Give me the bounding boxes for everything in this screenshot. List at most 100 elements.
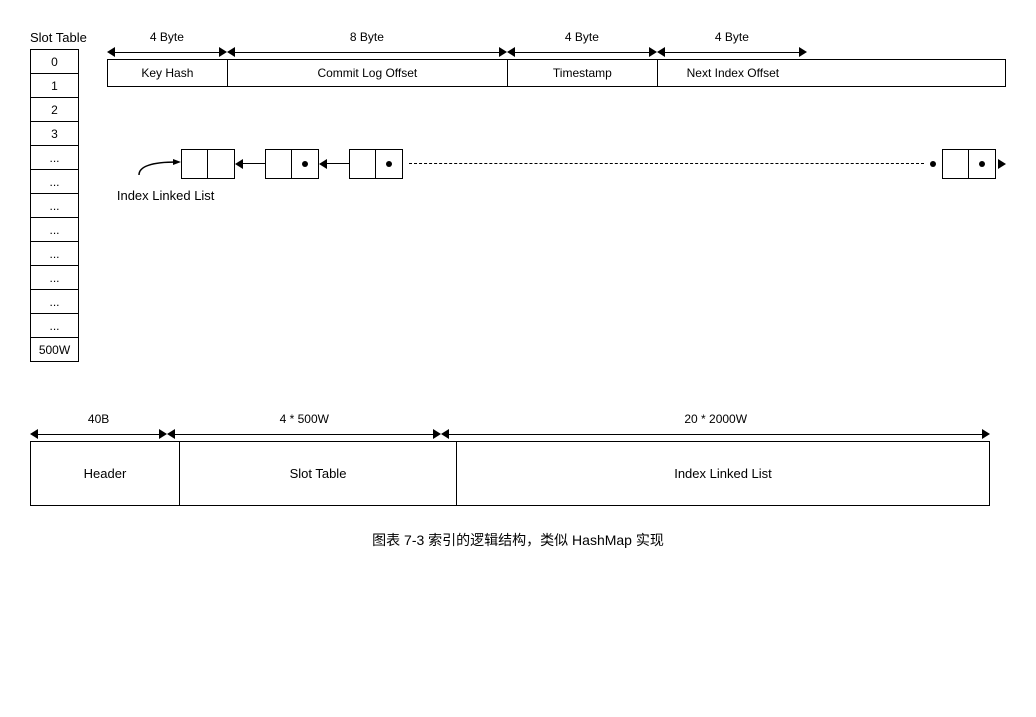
- bottom-double-arrow: [30, 429, 167, 439]
- slot-table-cell: ...: [31, 290, 79, 314]
- slot-table-cell: 1: [31, 74, 79, 98]
- bottom-arrows-row: 40B 4 * 500W 20 * 2000W: [30, 412, 990, 439]
- byte-label: 4 Byte: [715, 30, 749, 44]
- bottom-field-box: Header: [31, 442, 180, 505]
- bottom-arrow-item: 40B: [30, 412, 167, 439]
- slot-table-cell: ...: [31, 194, 79, 218]
- page-container: Slot Table 0123........................5…: [30, 30, 1006, 550]
- ll-left-arrow: [319, 159, 349, 169]
- ll-cell: [350, 150, 376, 178]
- bottom-arrow-left: [30, 429, 38, 439]
- caption: 图表 7-3 索引的逻辑结构，类似 HashMap 实现: [30, 530, 1006, 550]
- bottom-field-box: Index Linked List: [457, 442, 989, 505]
- ll-node: [265, 149, 319, 179]
- field-box: Commit Log Offset: [228, 60, 508, 86]
- arrow-stem: [327, 163, 349, 164]
- bottom-double-arrow: [441, 429, 990, 439]
- ll-cell-dot: [969, 150, 995, 178]
- arrow-right-head: [219, 47, 227, 57]
- bottom-field-box: Slot Table: [180, 442, 457, 505]
- byte-arrow-item: 4 Byte: [657, 30, 807, 57]
- ll-cell-dot: [292, 150, 318, 178]
- byte-label: 4 Byte: [565, 30, 599, 44]
- ll-dot-before-last: [930, 161, 936, 167]
- slot-table-cell: ...: [31, 314, 79, 338]
- bottom-double-arrow: [167, 429, 441, 439]
- ll-end-arrow: [998, 159, 1006, 169]
- slot-table-cell: 3: [31, 122, 79, 146]
- ll-left-arrow: [235, 159, 265, 169]
- arrow-left-head: [657, 47, 665, 57]
- slot-table-cell: ...: [31, 170, 79, 194]
- ll-cell: [182, 150, 208, 178]
- slot-curve-connector: [137, 147, 177, 180]
- double-arrow: [657, 47, 807, 57]
- field-box: Key Hash: [108, 60, 228, 86]
- curve-path: [139, 162, 177, 175]
- ll-dot: [302, 161, 308, 167]
- bottom-arrow-line: [449, 434, 982, 435]
- slot-table: 0123........................500W: [30, 49, 79, 362]
- slot-table-cell: ...: [31, 218, 79, 242]
- byte-arrow-item: 4 Byte: [507, 30, 657, 57]
- slot-table-container: Slot Table 0123........................5…: [30, 30, 87, 362]
- bottom-arrow-right: [159, 429, 167, 439]
- double-arrow: [227, 47, 507, 57]
- bottom-byte-label: 4 * 500W: [280, 412, 329, 426]
- arrow-line: [665, 52, 799, 53]
- byte-label: 8 Byte: [350, 30, 384, 44]
- ll-node: [942, 149, 996, 179]
- bottom-arrow-right: [433, 429, 441, 439]
- arrow-line: [235, 52, 499, 53]
- ll-cell-dot: [376, 150, 402, 178]
- arrow-left-head: [227, 47, 235, 57]
- right-side: 4 Byte 8 Byte 4 Byte 4 Byte Key HashComm…: [107, 30, 1006, 203]
- linked-list-label: Index Linked List: [117, 188, 1006, 203]
- ll-cell: [266, 150, 292, 178]
- bottom-diagram: 40B 4 * 500W 20 * 2000W HeaderSlot Table…: [30, 412, 990, 506]
- arrow-left-head: [107, 47, 115, 57]
- byte-label: 4 Byte: [150, 30, 184, 44]
- ll-node: [349, 149, 403, 179]
- curve-svg: [137, 147, 177, 177]
- arrow-left-head: [507, 47, 515, 57]
- slot-table-label: Slot Table: [30, 30, 87, 45]
- slot-table-cell: 2: [31, 98, 79, 122]
- bottom-arrow-line: [38, 434, 159, 435]
- arrow-head-left: [319, 159, 327, 169]
- linked-list-row: [137, 147, 1006, 180]
- curve-arrow-head: [173, 159, 181, 165]
- field-boxes: Key HashCommit Log OffsetTimestampNext I…: [107, 59, 1006, 87]
- slot-table-cell: ...: [31, 146, 79, 170]
- arrow-line: [115, 52, 219, 53]
- byte-arrows-row: 4 Byte 8 Byte 4 Byte 4 Byte: [107, 30, 1006, 57]
- arrow-right-head: [499, 47, 507, 57]
- linked-list-section: Index Linked List: [107, 147, 1006, 203]
- double-arrow: [107, 47, 227, 57]
- ll-dashed-line: [409, 163, 924, 164]
- arrow-right-head: [799, 47, 807, 57]
- byte-arrow-item: 8 Byte: [227, 30, 507, 57]
- slot-table-cell: 500W: [31, 338, 79, 362]
- bottom-arrow-item: 4 * 500W: [167, 412, 441, 439]
- double-arrow: [507, 47, 657, 57]
- arrow-right-head: [649, 47, 657, 57]
- bottom-byte-label: 40B: [88, 412, 109, 426]
- field-box: Timestamp: [508, 60, 658, 86]
- slot-table-cell: 0: [31, 50, 79, 74]
- bottom-arrow-left: [441, 429, 449, 439]
- byte-arrow-item: 4 Byte: [107, 30, 227, 57]
- slot-table-cell: ...: [31, 242, 79, 266]
- bottom-field-boxes: HeaderSlot TableIndex Linked List: [30, 441, 990, 506]
- bottom-arrow-line: [175, 434, 433, 435]
- arrow-head-left: [235, 159, 243, 169]
- bottom-byte-label: 20 * 2000W: [684, 412, 747, 426]
- arrow-stem: [243, 163, 265, 164]
- slot-table-cell: ...: [31, 266, 79, 290]
- field-box: Next Index Offset: [658, 60, 808, 86]
- byte-layout-area: 4 Byte 8 Byte 4 Byte 4 Byte Key HashComm…: [107, 30, 1006, 87]
- ll-dot: [979, 161, 985, 167]
- top-diagram: Slot Table 0123........................5…: [30, 30, 1006, 362]
- ll-node: [181, 149, 235, 179]
- ll-cell-dot: [208, 150, 234, 178]
